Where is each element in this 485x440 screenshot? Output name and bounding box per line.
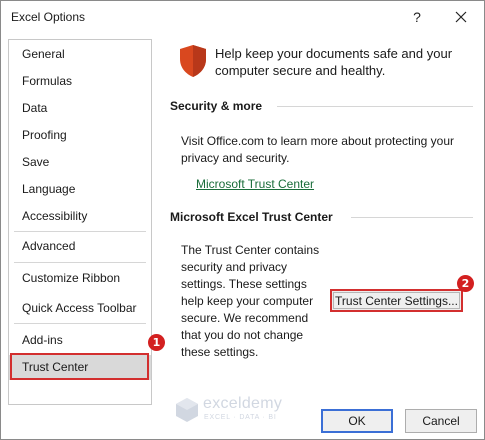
exceldemy-logo-icon <box>176 398 198 422</box>
sidebar-item-proofing[interactable]: Proofing <box>9 123 151 148</box>
step2-badge: 2 <box>457 275 474 292</box>
ok-button[interactable]: OK <box>321 409 393 433</box>
security-heading: Security & more <box>170 99 263 113</box>
sidebar-item-customize-ribbon[interactable]: Customize Ribbon <box>9 266 151 291</box>
trust-center-heading: Microsoft Excel Trust Center <box>170 210 333 224</box>
category-sidebar: General Formulas Data Proofing Save Lang… <box>8 39 152 405</box>
section-divider <box>277 106 473 107</box>
security-description: Visit Office.com to learn more about pro… <box>181 134 455 165</box>
title-bar: Excel Options ? <box>1 1 484 34</box>
exceldemy-watermark: exceldemy EXCEL · DATA · BI <box>173 395 323 429</box>
sidebar-divider <box>14 231 146 232</box>
sidebar-divider <box>14 262 146 263</box>
intro-text: Help keep your documents safe and your c… <box>215 46 453 78</box>
help-button[interactable]: ? <box>406 6 428 28</box>
trust-center-panel: Help keep your documents safe and your c… <box>166 39 476 409</box>
trust-center-description: The Trust Center contains security and p… <box>181 243 320 359</box>
excel-options-dialog: Excel Options ? General Formulas Data Pr… <box>0 0 485 440</box>
step1-badge: 1 <box>148 334 165 351</box>
sidebar-item-accessibility[interactable]: Accessibility <box>9 204 151 229</box>
sidebar-item-data[interactable]: Data <box>9 96 151 121</box>
sidebar-item-language[interactable]: Language <box>9 177 151 202</box>
cancel-button[interactable]: Cancel <box>405 409 477 433</box>
sidebar-item-add-ins[interactable]: Add-ins <box>9 328 151 353</box>
window-title: Excel Options <box>11 10 86 24</box>
sidebar-item-quick-access-toolbar[interactable]: Quick Access Toolbar <box>9 296 151 321</box>
sidebar-item-save[interactable]: Save <box>9 150 151 175</box>
trust-center-settings-label: Trust Center Settings... <box>333 292 460 309</box>
sidebar-item-trust-center[interactable]: Trust Center <box>9 355 151 380</box>
section-divider <box>351 217 473 218</box>
microsoft-trust-center-link[interactable]: Microsoft Trust Center <box>196 177 314 191</box>
sidebar-item-advanced[interactable]: Advanced <box>9 234 151 259</box>
sidebar-item-formulas[interactable]: Formulas <box>9 69 151 94</box>
close-icon <box>455 11 467 23</box>
sidebar-divider <box>14 323 146 324</box>
watermark-name: exceldemy <box>203 395 283 412</box>
sidebar-item-general[interactable]: General <box>9 42 151 67</box>
close-button[interactable] <box>449 6 473 28</box>
trust-center-settings-button[interactable]: Trust Center Settings... <box>330 289 463 312</box>
watermark-tagline: EXCEL · DATA · BI <box>204 414 277 421</box>
shield-icon <box>180 45 206 77</box>
